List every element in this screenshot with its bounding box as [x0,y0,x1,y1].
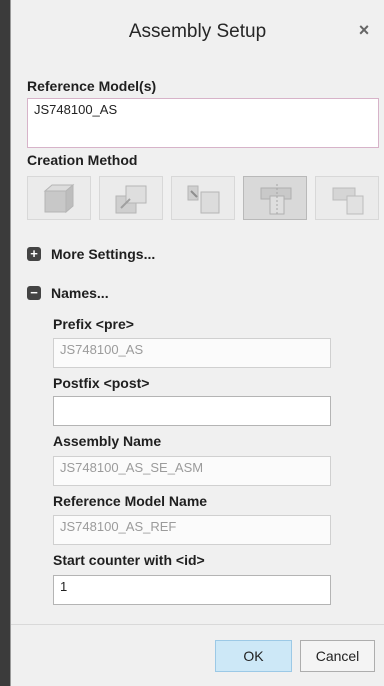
creation-method-button-3[interactable] [171,176,235,220]
creation-method-toolbar [27,176,379,220]
background-window-edge [0,0,10,686]
reference-model-name-field[interactable]: JS748100_AS_REF [53,515,331,545]
reference-models-label: Reference Model(s) [27,78,157,94]
origin-placement-icon [260,184,292,215]
cube-icon [43,183,75,214]
reference-models-field[interactable]: JS748100_AS [27,98,379,148]
names-label: Names... [51,285,109,301]
assembly-name-field[interactable]: JS748100_AS_SE_ASM [53,456,331,486]
expand-plus-icon: + [27,247,41,262]
dialog-title: Assembly Setup [128,21,267,42]
reference-model-name-label: Reference Model Name [53,493,208,509]
creation-method-button-5[interactable] [315,176,379,220]
creation-method-button-2[interactable] [99,176,163,220]
more-settings-expander[interactable]: + More Settings... [27,246,155,262]
postfix-field[interactable] [53,396,331,426]
names-expander[interactable]: − Names... [27,285,109,301]
collapse-minus-icon: − [27,286,41,301]
postfix-label: Postfix <post> [53,375,150,391]
prefix-label: Prefix <pre> [53,316,134,332]
prefix-field[interactable]: JS748100_AS [53,338,331,368]
creation-method-button-1[interactable] [27,176,91,220]
start-counter-label: Start counter with <id> [53,552,205,568]
more-settings-label: More Settings... [51,246,156,262]
cancel-button[interactable]: Cancel [300,640,375,672]
default-placement-icon [115,185,147,214]
creation-method-button-4[interactable] [243,176,307,220]
assembly-name-label: Assembly Name [53,433,162,449]
start-counter-field[interactable]: 1 [53,575,331,605]
close-icon[interactable]: × [354,20,374,40]
align-placement-icon [187,185,220,214]
footer-divider [11,624,384,625]
assembly-setup-dialog: Assembly Setup × Reference Model(s) JS74… [10,0,384,686]
ok-button[interactable]: OK [215,640,292,672]
creation-method-label: Creation Method [27,152,138,168]
title-bar[interactable]: Assembly Setup × [11,0,384,60]
ground-placement-icon [332,187,364,215]
